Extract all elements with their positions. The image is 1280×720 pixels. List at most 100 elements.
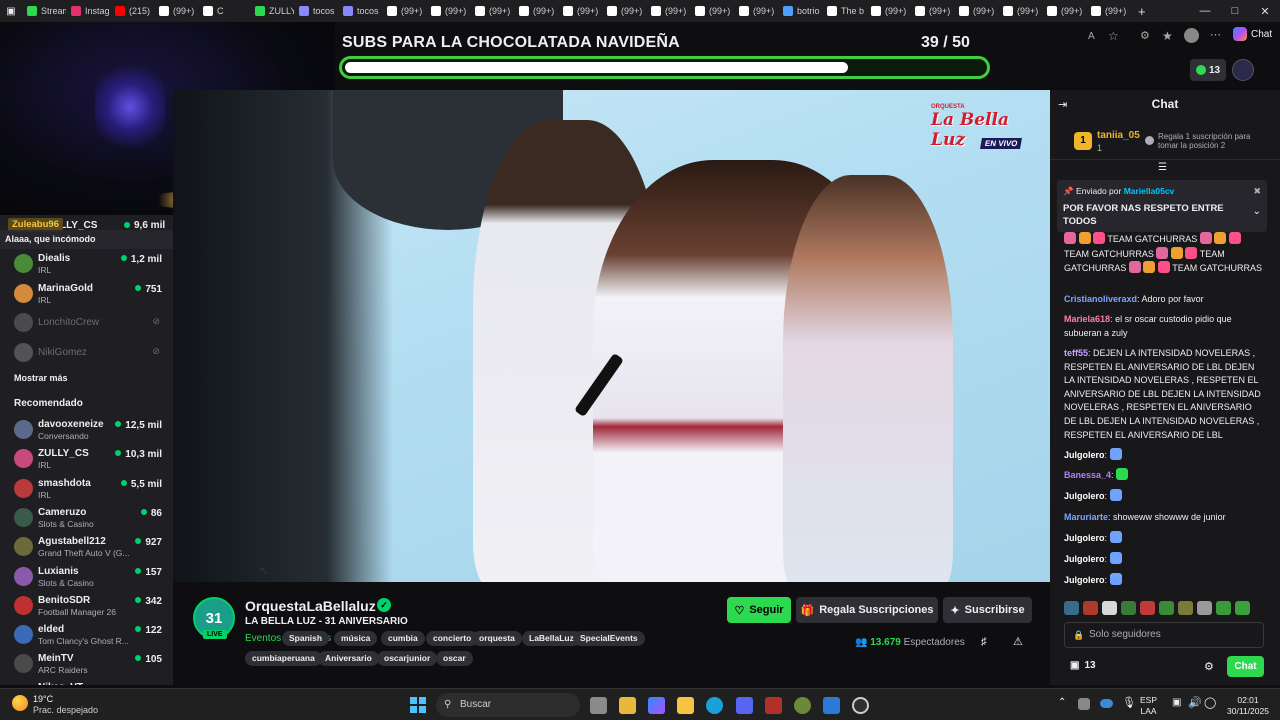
emote-icon[interactable] (1064, 601, 1079, 615)
chat-username[interactable]: Julgolero (1064, 533, 1105, 543)
browser-tab[interactable]: (99+) (690, 0, 734, 22)
extensions-icon[interactable]: ⚙ (1140, 29, 1150, 42)
channel-name[interactable]: OrquestaLaBellaluz (245, 598, 376, 614)
stream-tag[interactable]: oscar (436, 651, 473, 666)
browser-menu-icon[interactable]: ▣ (0, 0, 22, 22)
channel-points-badge[interactable]: 13 (1190, 59, 1274, 81)
taskbar-search[interactable]: ⚲ Buscar (436, 693, 580, 717)
browser-tab[interactable]: Instag (66, 0, 110, 22)
stream-tag[interactable]: cumbiaperuana (245, 651, 322, 666)
emote-icon[interactable] (1102, 601, 1117, 615)
browser-tab[interactable]: C (198, 0, 250, 22)
maximize-icon[interactable]: □ (1220, 0, 1250, 22)
recommended-channel[interactable]: smashdota IRL 5,5 mil (12, 476, 164, 502)
chat-username[interactable]: Julgolero (1064, 491, 1105, 501)
browser-tab[interactable]: Stream (22, 0, 66, 22)
browser-tab[interactable]: (99+) (558, 0, 602, 22)
chat-username[interactable]: teff55 (1064, 348, 1088, 358)
copilot-chat-button[interactable]: Chat (1233, 27, 1272, 41)
recommended-channel[interactable]: Cameruzo Slots & Casino 86 (12, 505, 164, 531)
stream-tag[interactable]: concierto (426, 631, 479, 646)
stream-tag[interactable]: cumbia (381, 631, 425, 646)
stream-tag[interactable]: Aniversario (318, 651, 379, 666)
chat-username[interactable]: Cristianoliveraxd (1064, 294, 1137, 304)
share-icon[interactable]: ♯ (981, 636, 987, 648)
battery-icon[interactable]: ◯ (1204, 696, 1216, 709)
browser-tab[interactable]: tocos (294, 0, 338, 22)
read-aloud-icon[interactable]: A (1088, 31, 1095, 42)
recommended-channel[interactable]: davooxeneize Conversando 12,5 mil (12, 417, 164, 443)
edge-icon[interactable] (706, 697, 723, 714)
emote-icon[interactable] (1121, 601, 1136, 615)
profile-avatar[interactable] (1184, 28, 1199, 43)
sidebar-channel[interactable]: MarinaGold IRL 751 (12, 281, 164, 307)
onedrive-icon[interactable] (1100, 699, 1113, 708)
new-tab-icon[interactable]: + (1130, 4, 1154, 19)
chat-username[interactable]: Julgolero (1064, 554, 1105, 564)
stream-tag[interactable]: Spanish (282, 631, 330, 646)
browser-tab[interactable]: (99+) (1042, 0, 1086, 22)
obs-icon[interactable] (852, 697, 869, 714)
subscribe-button[interactable]: ✦ Suscribirse (943, 597, 1032, 623)
chat-username[interactable]: Mariela618 (1064, 314, 1110, 324)
copilot-taskbar-icon[interactable] (648, 697, 665, 714)
browser-tab[interactable]: botrio (778, 0, 822, 22)
recommended-channel[interactable]: Agustabell212 Grand Theft Auto V (G... 927 (12, 534, 164, 560)
sidebar-channel[interactable]: NikiGomez ⊘ (12, 340, 164, 366)
video-player[interactable]: ORQUESTA La Bella Luz EN VIVO ↖ (173, 90, 1050, 582)
stream-tag[interactable]: oscarjunior (377, 651, 438, 666)
tf-app-icon[interactable] (765, 697, 782, 714)
recommended-channel[interactable]: elded Tom Clancy's Ghost R... 122 (12, 622, 164, 648)
chat-send-button[interactable]: Chat (1227, 656, 1264, 677)
microphone-icon[interactable]: 🎙 (1122, 696, 1136, 709)
browser-tab[interactable]: (215) (110, 0, 154, 22)
browser-tab[interactable]: (99+) (602, 0, 646, 22)
emote-icon[interactable] (1140, 601, 1155, 615)
close-window-icon[interactable]: ✕ (1250, 0, 1280, 22)
recommended-channel[interactable]: Luxianis Slots & Casino 157 (12, 564, 164, 590)
tray-icon-1[interactable] (1078, 698, 1090, 710)
browser-tab[interactable]: (99+) (382, 0, 426, 22)
store-icon[interactable] (619, 697, 636, 714)
chat-points[interactable]: ▣ 13 (1070, 660, 1096, 671)
emote-icon[interactable] (1197, 601, 1212, 615)
minimize-icon[interactable]: — (1190, 0, 1220, 22)
emote-icon[interactable] (1159, 601, 1174, 615)
stream-tag[interactable]: SpecialEvents (573, 631, 645, 646)
chat-username[interactable]: Julgolero (1064, 575, 1105, 585)
favorites-icon[interactable]: ★ (1162, 29, 1173, 43)
browser-tab[interactable]: (99+) (426, 0, 470, 22)
recommended-channel[interactable]: MeinTV ARC Raiders 105 (12, 651, 164, 677)
chat-username[interactable]: Maruriarte (1064, 512, 1108, 522)
browser-tab[interactable]: (99+) (1086, 0, 1130, 22)
chat-username[interactable]: Banessa_4 (1064, 470, 1111, 480)
weather-icon[interactable] (12, 695, 28, 711)
chat-username[interactable]: Julgolero (1064, 450, 1105, 460)
browser-tab[interactable]: (99+) (910, 0, 954, 22)
show-more-link[interactable]: Mostrar más (14, 373, 68, 383)
user-avatar[interactable] (1232, 59, 1254, 81)
network-icon[interactable]: ▣ (1172, 697, 1181, 708)
sidebar-channel[interactable]: LonchitoCrew ⊘ (12, 310, 164, 336)
emote-icon[interactable] (1235, 601, 1250, 615)
leader-name[interactable]: taniia_05 (1097, 130, 1140, 141)
chat-input[interactable]: 🔒 Solo seguidores (1064, 622, 1264, 648)
browser-tab[interactable]: (99+) (154, 0, 198, 22)
emote-icon[interactable] (1216, 601, 1231, 615)
emote-icon[interactable] (1083, 601, 1098, 615)
file-explorer-icon[interactable] (677, 697, 694, 714)
discord-icon[interactable] (736, 697, 753, 714)
start-icon[interactable] (410, 697, 426, 713)
weather-desc[interactable]: Prac. despejado (33, 705, 98, 715)
follow-button[interactable]: ♡ Seguir (727, 597, 791, 623)
stream-tag[interactable]: orquesta (472, 631, 522, 646)
sidebar-channel[interactable]: Diealis IRL 1,2 mil (12, 251, 164, 277)
clock[interactable]: 02:01 30/11/2025 (1222, 695, 1274, 717)
more-options-icon[interactable]: ⋯ (1210, 28, 1221, 41)
browser-tab[interactable]: (99+) (998, 0, 1042, 22)
browser-tab[interactable]: tocos (338, 0, 382, 22)
chat-settings-icon[interactable]: ⚙ (1204, 660, 1214, 673)
browser-tab[interactable]: (99+) (954, 0, 998, 22)
favorite-star-icon[interactable]: ☆ (1108, 29, 1119, 43)
browser-tab[interactable]: ZULLY (250, 0, 294, 22)
